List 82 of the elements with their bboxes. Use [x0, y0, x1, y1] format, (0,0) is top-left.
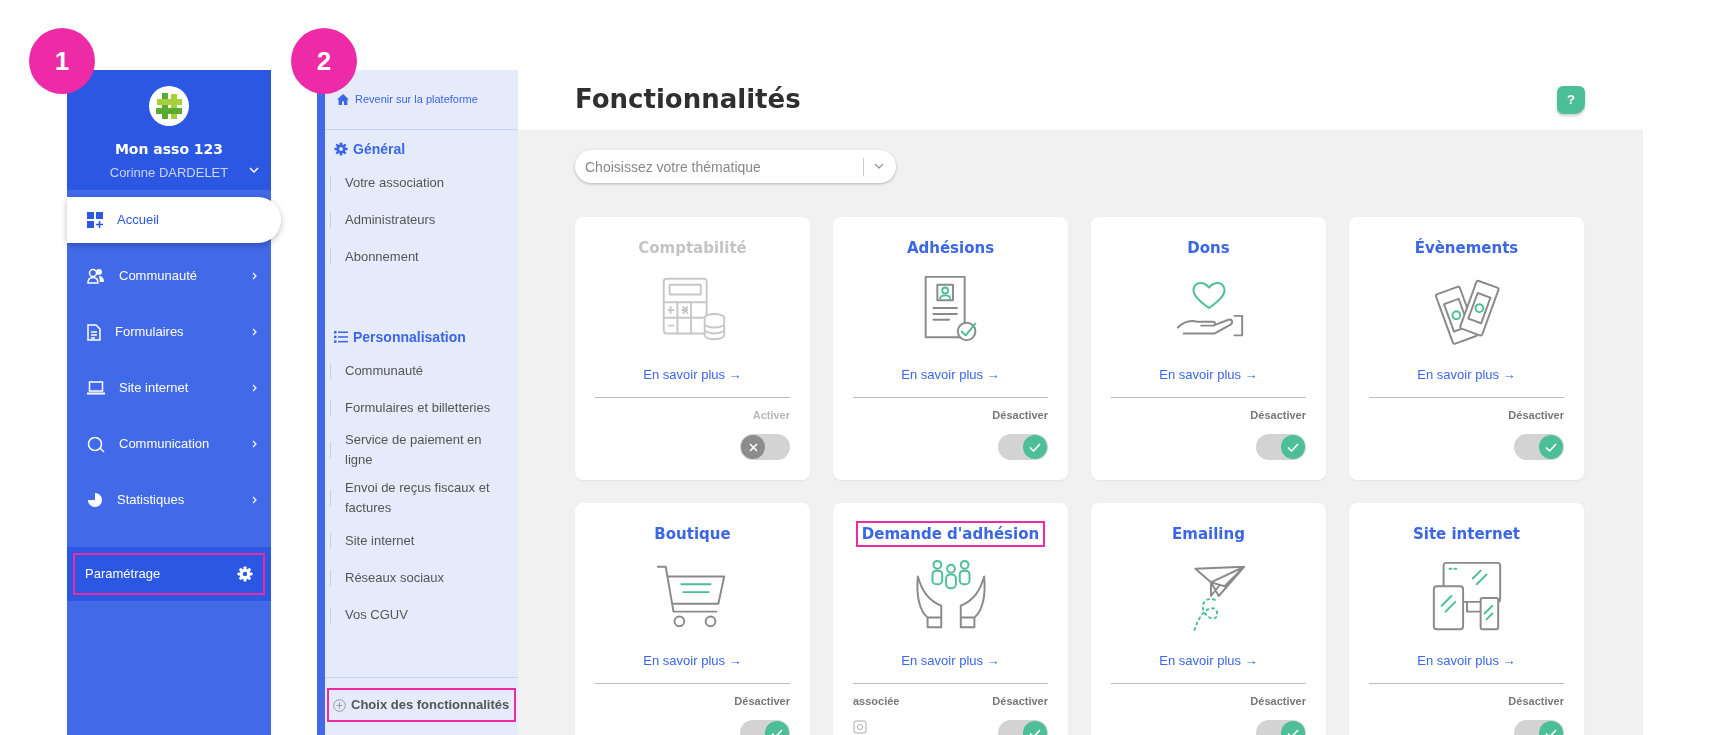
- card-title: Évènements: [1413, 237, 1520, 259]
- sidebar-item[interactable]: Formulaires: [67, 309, 271, 355]
- sidebar-item[interactable]: Communication: [67, 421, 271, 467]
- check-icon: [1545, 442, 1557, 452]
- toggle-switch[interactable]: [1514, 434, 1564, 460]
- image-icon: [853, 720, 867, 734]
- theme-select[interactable]: Choisissez votre thématique: [575, 150, 896, 183]
- settings-menu-item[interactable]: Site internet: [325, 522, 518, 559]
- toggle-label: Activer: [752, 408, 790, 422]
- organization-name: Mon asso 123: [114, 140, 224, 159]
- sidebar-item[interactable]: Accueil: [67, 197, 281, 243]
- check-icon: [1287, 728, 1299, 735]
- list-icon: [334, 331, 348, 343]
- check-icon: [1029, 728, 1041, 735]
- grid-icon: [87, 212, 103, 228]
- chevron-right-icon: [252, 272, 257, 280]
- settings-menu-item[interactable]: Formulaires et billetteries: [325, 389, 518, 426]
- settings-menu-item[interactable]: Vos CGUV: [325, 596, 518, 633]
- sidebar-item[interactable]: Statistiques: [67, 477, 271, 523]
- toggle-label: Désactiver: [992, 694, 1048, 708]
- toggle-label: Désactiver: [992, 408, 1048, 422]
- check-icon: [1287, 442, 1299, 452]
- settings-menu-item[interactable]: Réseaux sociaux: [325, 559, 518, 596]
- card-title: Demande d'adhésion: [855, 521, 1046, 547]
- chevron-right-icon: [252, 384, 257, 392]
- card-title: Adhésions: [905, 238, 996, 259]
- settings-menu-item[interactable]: Communauté: [325, 352, 518, 389]
- back-link[interactable]: Revenir sur la plateforme: [355, 91, 478, 108]
- settings-menu-item[interactable]: Paramétrage: [73, 553, 265, 595]
- plus-circle-icon: [333, 698, 346, 712]
- learn-more-link[interactable]: En savoir plus →: [1417, 365, 1516, 385]
- toggle-switch[interactable]: [740, 434, 790, 460]
- toggle-switch[interactable]: [998, 434, 1048, 460]
- logo-icon: [149, 86, 189, 126]
- learn-more-link[interactable]: En savoir plus →: [643, 365, 742, 385]
- people-icon: [87, 268, 105, 284]
- gear-icon: [237, 566, 253, 582]
- document-icon: [87, 323, 101, 341]
- learn-more-link[interactable]: En savoir plus →: [901, 365, 1000, 385]
- user-name[interactable]: Corinne DARDELET: [109, 163, 229, 183]
- callout-number: 1: [29, 28, 95, 94]
- learn-more-link[interactable]: En savoir plus →: [1159, 365, 1258, 385]
- card-title: Comptabilité: [637, 238, 748, 259]
- toggle-label: Désactiver: [734, 694, 790, 708]
- chevron-right-icon: [252, 328, 257, 336]
- settings-menu-item[interactable]: Votre association: [325, 164, 518, 201]
- card-title: Site internet: [1411, 524, 1522, 545]
- toggle-label: Désactiver: [1508, 408, 1564, 422]
- home-icon: [337, 94, 349, 105]
- close-icon: [748, 442, 758, 452]
- learn-more-link[interactable]: En savoir plus →: [1159, 651, 1258, 671]
- sidebar-item[interactable]: Site internet: [67, 365, 271, 411]
- gear-icon: [334, 142, 348, 156]
- learn-more-link[interactable]: En savoir plus →: [643, 651, 742, 671]
- settings-menu-item[interactable]: Abonnement: [325, 238, 518, 275]
- laptop-icon: [87, 381, 105, 395]
- settings-menu-item[interactable]: Service de paiement en ligne: [325, 426, 518, 474]
- chevron-right-icon: [252, 440, 257, 448]
- card-title: Emailing: [1171, 524, 1246, 545]
- learn-more-link[interactable]: En savoir plus →: [901, 651, 1000, 671]
- note-text: associée: [853, 694, 900, 708]
- sidebar-item[interactable]: Communauté: [67, 253, 271, 299]
- chevron-down-icon[interactable]: [874, 163, 884, 170]
- card-title: Boutique: [653, 524, 732, 545]
- check-icon: [1545, 728, 1557, 735]
- settings-menu-item[interactable]: Envoi de reçus fiscaux et factures: [325, 474, 518, 522]
- card-title: Dons: [1186, 238, 1231, 259]
- toggle-label: Désactiver: [1250, 694, 1306, 708]
- toggle-switch[interactable]: [1256, 434, 1306, 460]
- check-icon: [1029, 442, 1041, 452]
- callout-number: 2: [291, 28, 357, 94]
- features-choice-item[interactable]: Choix des fonctionnalités: [327, 688, 516, 722]
- learn-more-link[interactable]: En savoir plus →: [1417, 651, 1516, 671]
- toggle-label: Désactiver: [1250, 408, 1306, 422]
- section-title: Général: [353, 139, 406, 159]
- page-title: Fonctionnalités: [575, 84, 801, 116]
- toggle-label: Désactiver: [1508, 694, 1564, 708]
- chevron-right-icon: [252, 496, 257, 504]
- pie-chart-icon: [87, 492, 103, 508]
- check-icon: [771, 728, 783, 735]
- section-title: Personnalisation: [353, 327, 466, 347]
- settings-menu-item[interactable]: Administrateurs: [325, 201, 518, 238]
